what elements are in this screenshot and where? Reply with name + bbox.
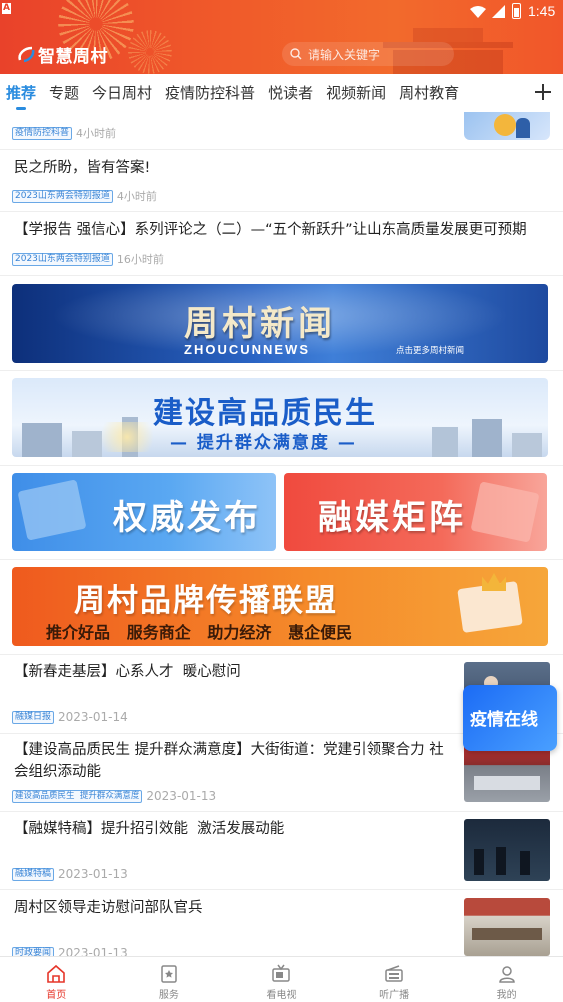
nav-label: 看电视 [266, 990, 297, 1001]
search-placeholder: 请输入关键字 [308, 47, 381, 62]
nav-radio[interactable]: 听广播 [338, 957, 451, 1002]
radio-icon [385, 965, 403, 982]
app-logo: 智慧周村 [16, 43, 108, 66]
bottom-navigation: 首页 服务 看电视 听广播 我的 [0, 956, 563, 1002]
news-title: 民之所盼，皆有答案! [14, 160, 151, 176]
banner-subtitle: ZHOUCUNNEWS [184, 342, 310, 357]
news-thumbnail [464, 819, 550, 881]
news-item[interactable]: 疫情防控科普 4小时前 [0, 112, 563, 150]
search-icon [290, 48, 302, 60]
news-item[interactable]: 【学报告 强信心】系列评论之（二）—“五个新跃升”让山东高质量发展更可预期 20… [0, 212, 563, 276]
news-meta: 2023山东两会特别报道 16小时前 [12, 251, 164, 267]
news-title: 周村区领导走访慰问部队官兵 [14, 900, 203, 916]
tab-video-news[interactable]: 视频新闻 [326, 74, 386, 112]
authority-release-banner[interactable]: 权威发布 [12, 473, 276, 551]
brand-alliance-banner[interactable]: 周村品牌传播联盟 推介好品 服务商企 助力经济 惠企便民 [12, 567, 548, 646]
news-tag: 2023山东两会特别报道 [12, 189, 113, 203]
news-title: 【融媒特稿】提升招引效能 激活发展动能 [14, 821, 285, 837]
home-icon [47, 964, 66, 983]
news-tag: 疫情防控科普 [12, 126, 73, 140]
news-tag: 2023山东两会特别报道 [12, 252, 113, 266]
news-time: 16小时前 [116, 253, 164, 266]
zhoucun-news-banner[interactable]: 周村新闻 ZHOUCUNNEWS 点击更多周村新闻 [12, 284, 548, 363]
nav-home[interactable]: 首页 [0, 957, 113, 1002]
news-meta: 建设高品质民生 提升群众满意度 2023-01-13 [12, 789, 216, 803]
logo-icon [18, 46, 35, 63]
news-time: 4小时前 [76, 127, 117, 140]
nav-label: 我的 [496, 990, 517, 1001]
search-input[interactable]: 请输入关键字 [282, 42, 454, 66]
news-tag: 建设高品质民生 提升群众满意度 [12, 789, 143, 803]
nav-label: 服务 [158, 990, 179, 1001]
tab-recommend[interactable]: 推荐 [6, 74, 36, 112]
nav-mine[interactable]: 我的 [450, 957, 563, 1002]
banner-title: 融媒矩阵 [318, 498, 466, 538]
user-icon [498, 966, 515, 983]
signal-icon [492, 5, 505, 18]
banner-title: 周村新闻 [184, 304, 336, 344]
news-item[interactable]: 周村区领导走访慰问部队官兵 时政要闻 2023-01-13 [0, 890, 563, 960]
news-time: 2023-01-13 [58, 867, 128, 881]
firework-decoration [128, 30, 172, 74]
banner-title: 权威发布 [113, 498, 261, 538]
add-channel-icon[interactable] [535, 84, 551, 100]
news-thumbnail [464, 112, 550, 140]
category-tabs: 推荐 专题 今日周村 疫情防控科普 悦读者 视频新闻 周村教育 [0, 74, 563, 112]
app-name: 智慧周村 [38, 46, 108, 66]
nav-tv[interactable]: 看电视 [225, 957, 338, 1002]
news-item[interactable]: 【融媒特稿】提升招引效能 激活发展动能 融媒特稿 2023-01-13 [0, 812, 563, 890]
tab-topics[interactable]: 专题 [49, 74, 79, 112]
tab-today-zhoucun[interactable]: 今日周村 [92, 74, 152, 112]
news-item[interactable]: 民之所盼，皆有答案! 2023山东两会特别报道 4小时前 [0, 150, 563, 212]
news-time: 2023-01-13 [146, 789, 217, 803]
banner-subtitle: — 提升群众满意度 — [170, 433, 357, 453]
banner-subtitle: 推介好品 服务商企 助力经济 惠企便民 [46, 623, 353, 642]
battery-icon [512, 3, 521, 19]
news-title: 【新春走基层】心系人才 暖心慰问 [14, 664, 241, 680]
quality-livelihood-banner[interactable]: 建设高品质民生 — 提升群众满意度 — [12, 378, 548, 457]
status-bar: A 1:45 [0, 0, 563, 24]
service-icon [161, 965, 177, 983]
news-thumbnail [464, 898, 550, 956]
news-tag: 融媒特稿 [12, 867, 55, 881]
tab-epidemic-science[interactable]: 疫情防控科普 [165, 74, 255, 112]
news-title: 【学报告 强信心】系列评论之（二）—“五个新跃升”让山东高质量发展更可预期 [14, 222, 527, 238]
nav-service[interactable]: 服务 [113, 957, 226, 1002]
app-header: A 1:45 智慧周村 请输入关键字 [0, 0, 563, 74]
status-time: 1:45 [528, 3, 556, 19]
banner-link[interactable]: 点击更多周村新闻 [396, 344, 464, 356]
news-meta: 2023山东两会特别报道 4小时前 [12, 188, 157, 204]
media-matrix-banner[interactable]: 融媒矩阵 [284, 473, 547, 551]
news-title: 【建设高品质民生 提升群众满意度】大街街道：党建引领聚合力 社会组织添动能 [14, 742, 444, 780]
sim-indicator: A [2, 3, 11, 14]
news-time: 4小时前 [116, 190, 157, 203]
banner-title: 建设高品质民生 [153, 396, 377, 431]
epidemic-online-button[interactable]: 疫情在线 [463, 685, 557, 751]
tab-education[interactable]: 周村教育 [399, 74, 459, 112]
news-meta: 疫情防控科普 4小时前 [12, 125, 116, 141]
tab-reader[interactable]: 悦读者 [268, 74, 313, 112]
tv-icon [272, 964, 291, 982]
news-meta: 融媒特稿 2023-01-13 [12, 867, 128, 881]
wifi-icon [470, 6, 486, 18]
epidemic-online-label: 疫情在线 [470, 710, 538, 730]
news-time: 2023-01-14 [58, 710, 128, 724]
news-tag: 融媒日报 [12, 710, 55, 724]
nav-label: 听广播 [379, 990, 410, 1001]
news-meta: 融媒日报 2023-01-14 [12, 710, 128, 724]
banner-title: 周村品牌传播联盟 [74, 583, 338, 619]
nav-label: 首页 [46, 990, 67, 1001]
